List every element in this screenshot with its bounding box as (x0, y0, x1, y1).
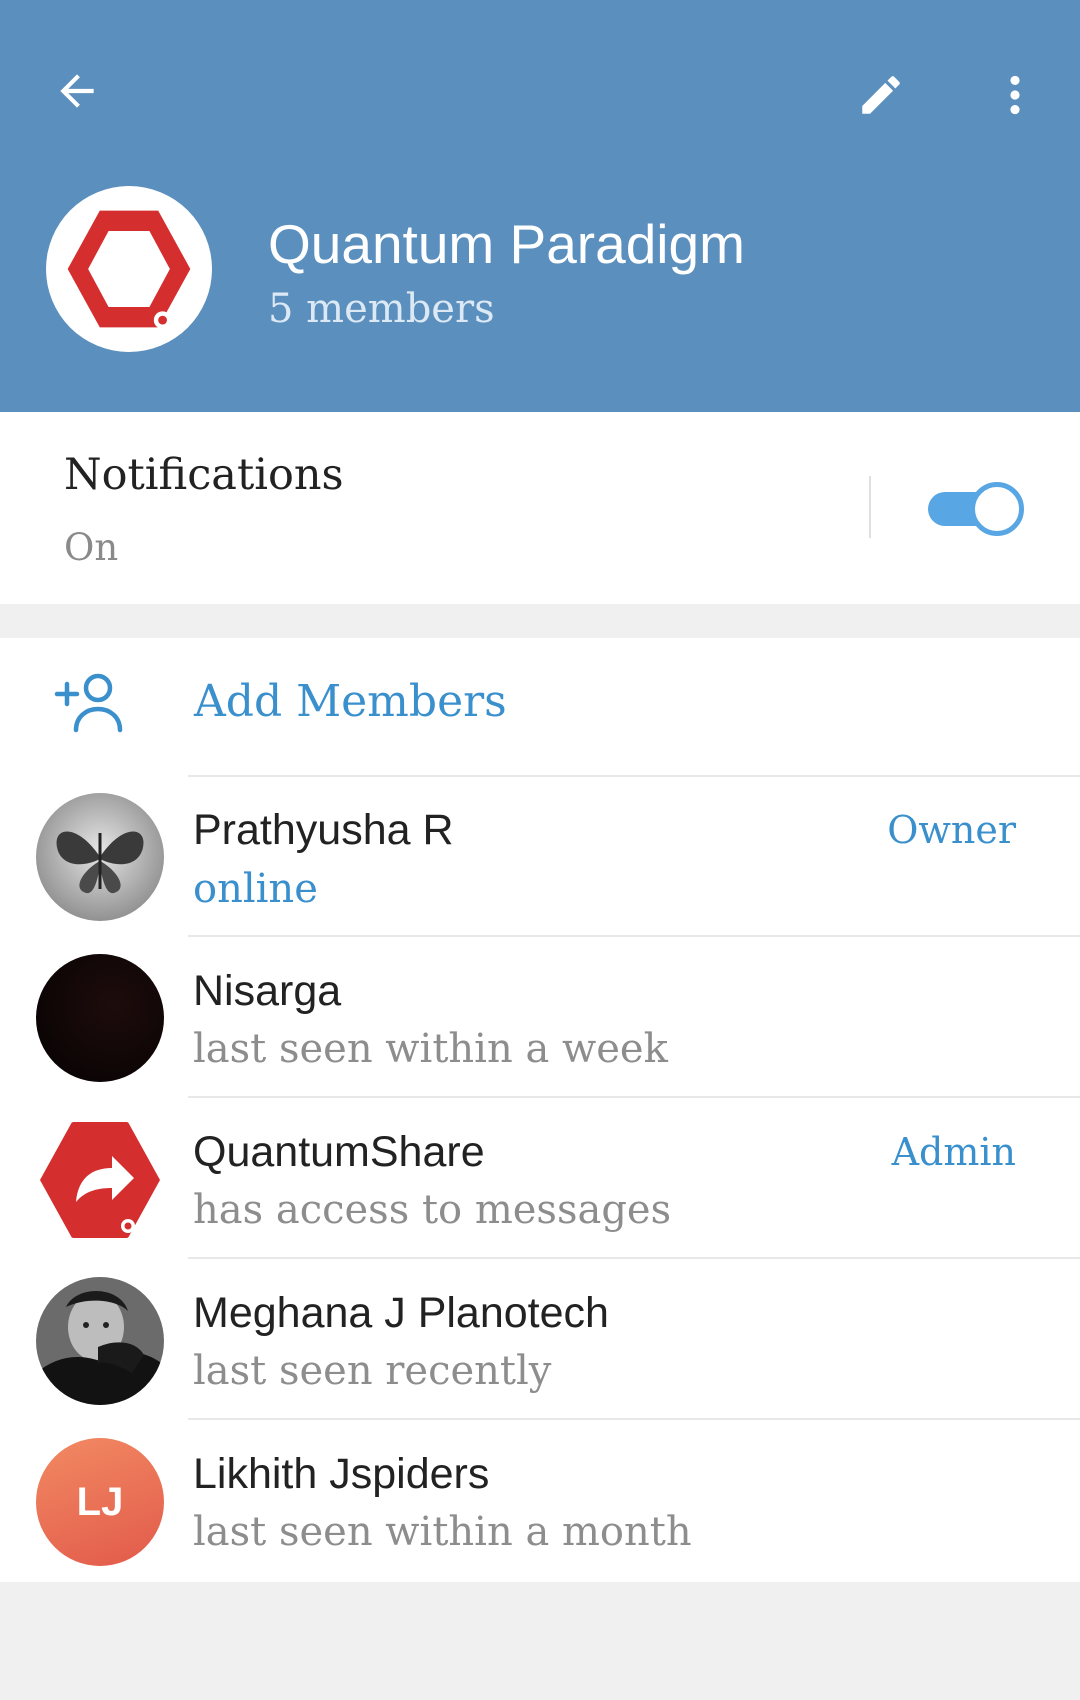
member-name: Meghana J Planotech (193, 1289, 609, 1337)
divider (188, 935, 1080, 937)
divider (869, 476, 871, 538)
toggle-knob (970, 482, 1024, 536)
group-title: Quantum Paradigm (268, 213, 745, 275)
share-arrow-icon (36, 1116, 164, 1244)
member-role-badge: Owner (887, 808, 1016, 852)
avatar-initials[interactable]: LJ (36, 1438, 164, 1566)
members-section (0, 638, 1080, 1582)
back-button[interactable] (44, 58, 110, 124)
more-vertical-icon (1010, 75, 1020, 115)
member-name: Prathyusha R (193, 806, 454, 854)
member-status: last seen within a month (193, 1509, 692, 1555)
avatar[interactable] (36, 954, 164, 1082)
avatar[interactable] (36, 793, 164, 921)
member-role-badge: Admin (891, 1130, 1016, 1174)
member-status: last seen within a week (193, 1026, 668, 1072)
notifications-state: On (64, 526, 119, 569)
avatar[interactable] (36, 1277, 164, 1405)
member-status: last seen recently (193, 1348, 552, 1394)
avatar[interactable] (36, 1116, 164, 1244)
member-name: Likhith Jspiders (193, 1450, 490, 1498)
member-name: QuantumShare (193, 1128, 485, 1176)
butterfly-icon (36, 793, 164, 921)
add-members-button[interactable]: Add Members (194, 676, 507, 727)
member-status: online (193, 866, 318, 912)
notifications-row[interactable] (0, 412, 1080, 604)
more-options-button[interactable] (982, 62, 1048, 128)
notifications-toggle[interactable] (926, 478, 1024, 536)
arrow-left-icon (60, 74, 94, 108)
edit-button[interactable] (848, 62, 914, 128)
portrait-photo-icon (36, 1277, 164, 1405)
group-avatar[interactable] (46, 186, 212, 352)
divider (188, 1096, 1080, 1098)
member-count: 5 members (268, 286, 495, 332)
notifications-label: Notifications (64, 450, 344, 500)
divider (188, 1418, 1080, 1420)
pencil-icon (862, 76, 900, 114)
add-user-icon[interactable] (54, 670, 128, 736)
hexagon-logo-icon (67, 210, 191, 329)
member-name: Nisarga (193, 967, 342, 1015)
divider (188, 775, 1080, 777)
divider (188, 1257, 1080, 1259)
member-status: has access to messages (193, 1187, 672, 1233)
